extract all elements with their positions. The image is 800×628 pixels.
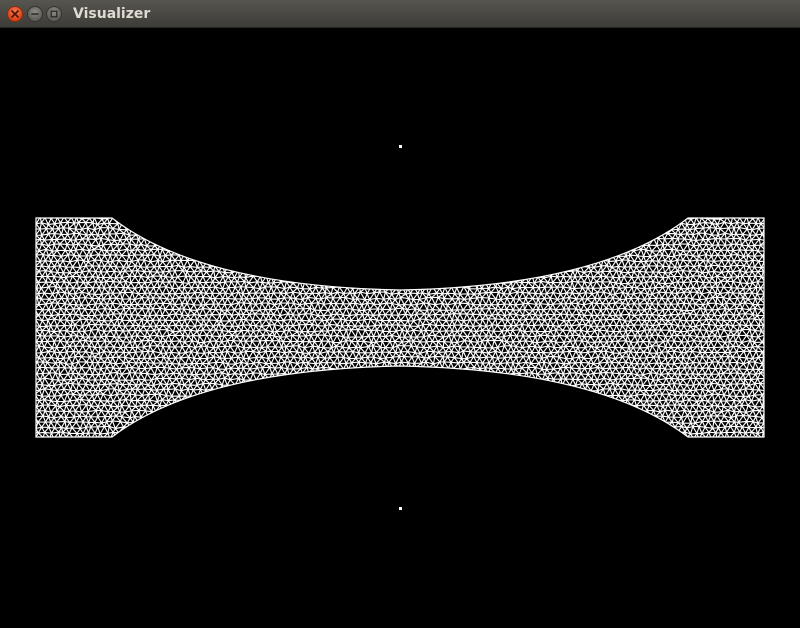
maximize-button[interactable] (46, 6, 62, 22)
reference-point-bottom (399, 507, 402, 510)
close-button[interactable] (7, 6, 23, 22)
mesh-edges (36, 218, 764, 437)
triangle-mesh (36, 218, 764, 437)
visualizer-window: Visualizer (0, 0, 800, 628)
window-title: Visualizer (73, 6, 151, 22)
visualizer-canvas[interactable] (0, 28, 800, 628)
close-icon (11, 10, 19, 18)
minimize-icon (31, 13, 39, 15)
reference-point-top (399, 145, 402, 148)
minimize-button[interactable] (27, 6, 43, 22)
mesh-viewport (35, 145, 765, 510)
maximize-icon (50, 10, 58, 18)
window-titlebar[interactable]: Visualizer (0, 0, 800, 28)
